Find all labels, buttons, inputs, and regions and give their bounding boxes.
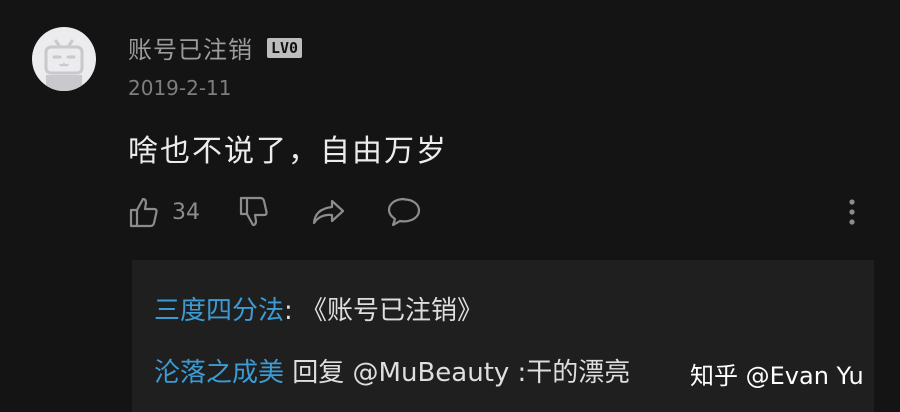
reply-author[interactable]: 三度四分法 bbox=[154, 296, 284, 326]
reply-content: 《账号已注销》 bbox=[301, 296, 484, 326]
dislike-button[interactable] bbox=[238, 195, 272, 229]
tv-mascot-icon bbox=[44, 39, 84, 91]
reply-author[interactable]: 沦落之成美 bbox=[154, 358, 284, 388]
comment-text: 啥也不说了，自由万岁 bbox=[128, 134, 448, 169]
level-badge: LV0 bbox=[267, 37, 303, 58]
reply-content: 回复 @MuBeauty :干的漂亮 bbox=[292, 358, 631, 388]
comment-screen: { "comment": { "username": "账号已注销", "lev… bbox=[0, 0, 900, 412]
comment-icon bbox=[387, 197, 421, 227]
reply-button[interactable] bbox=[386, 195, 422, 229]
more-options-button[interactable] bbox=[840, 196, 864, 228]
thumbs-up-icon bbox=[129, 197, 158, 228]
more-vertical-icon bbox=[849, 199, 855, 225]
thumbs-down-icon bbox=[239, 196, 268, 227]
share-button[interactable] bbox=[310, 195, 348, 229]
reply-separator: : bbox=[284, 296, 302, 326]
watermark: 知乎 @Evan Yu bbox=[690, 362, 864, 390]
like-button[interactable]: 34 bbox=[128, 195, 200, 229]
like-count: 34 bbox=[172, 199, 200, 225]
share-icon bbox=[312, 199, 345, 225]
action-bar: 34 bbox=[128, 192, 422, 232]
avatar[interactable] bbox=[32, 27, 96, 91]
comment-date: 2019-2-11 bbox=[128, 76, 232, 100]
reply-item: 三度四分法: 《账号已注销》 bbox=[154, 290, 483, 327]
username[interactable]: 账号已注销 bbox=[128, 30, 253, 65]
reply-item: 沦落之成美 回复 @MuBeauty :干的漂亮 bbox=[154, 352, 630, 389]
comment-header: 账号已注销 LV0 bbox=[128, 30, 303, 65]
